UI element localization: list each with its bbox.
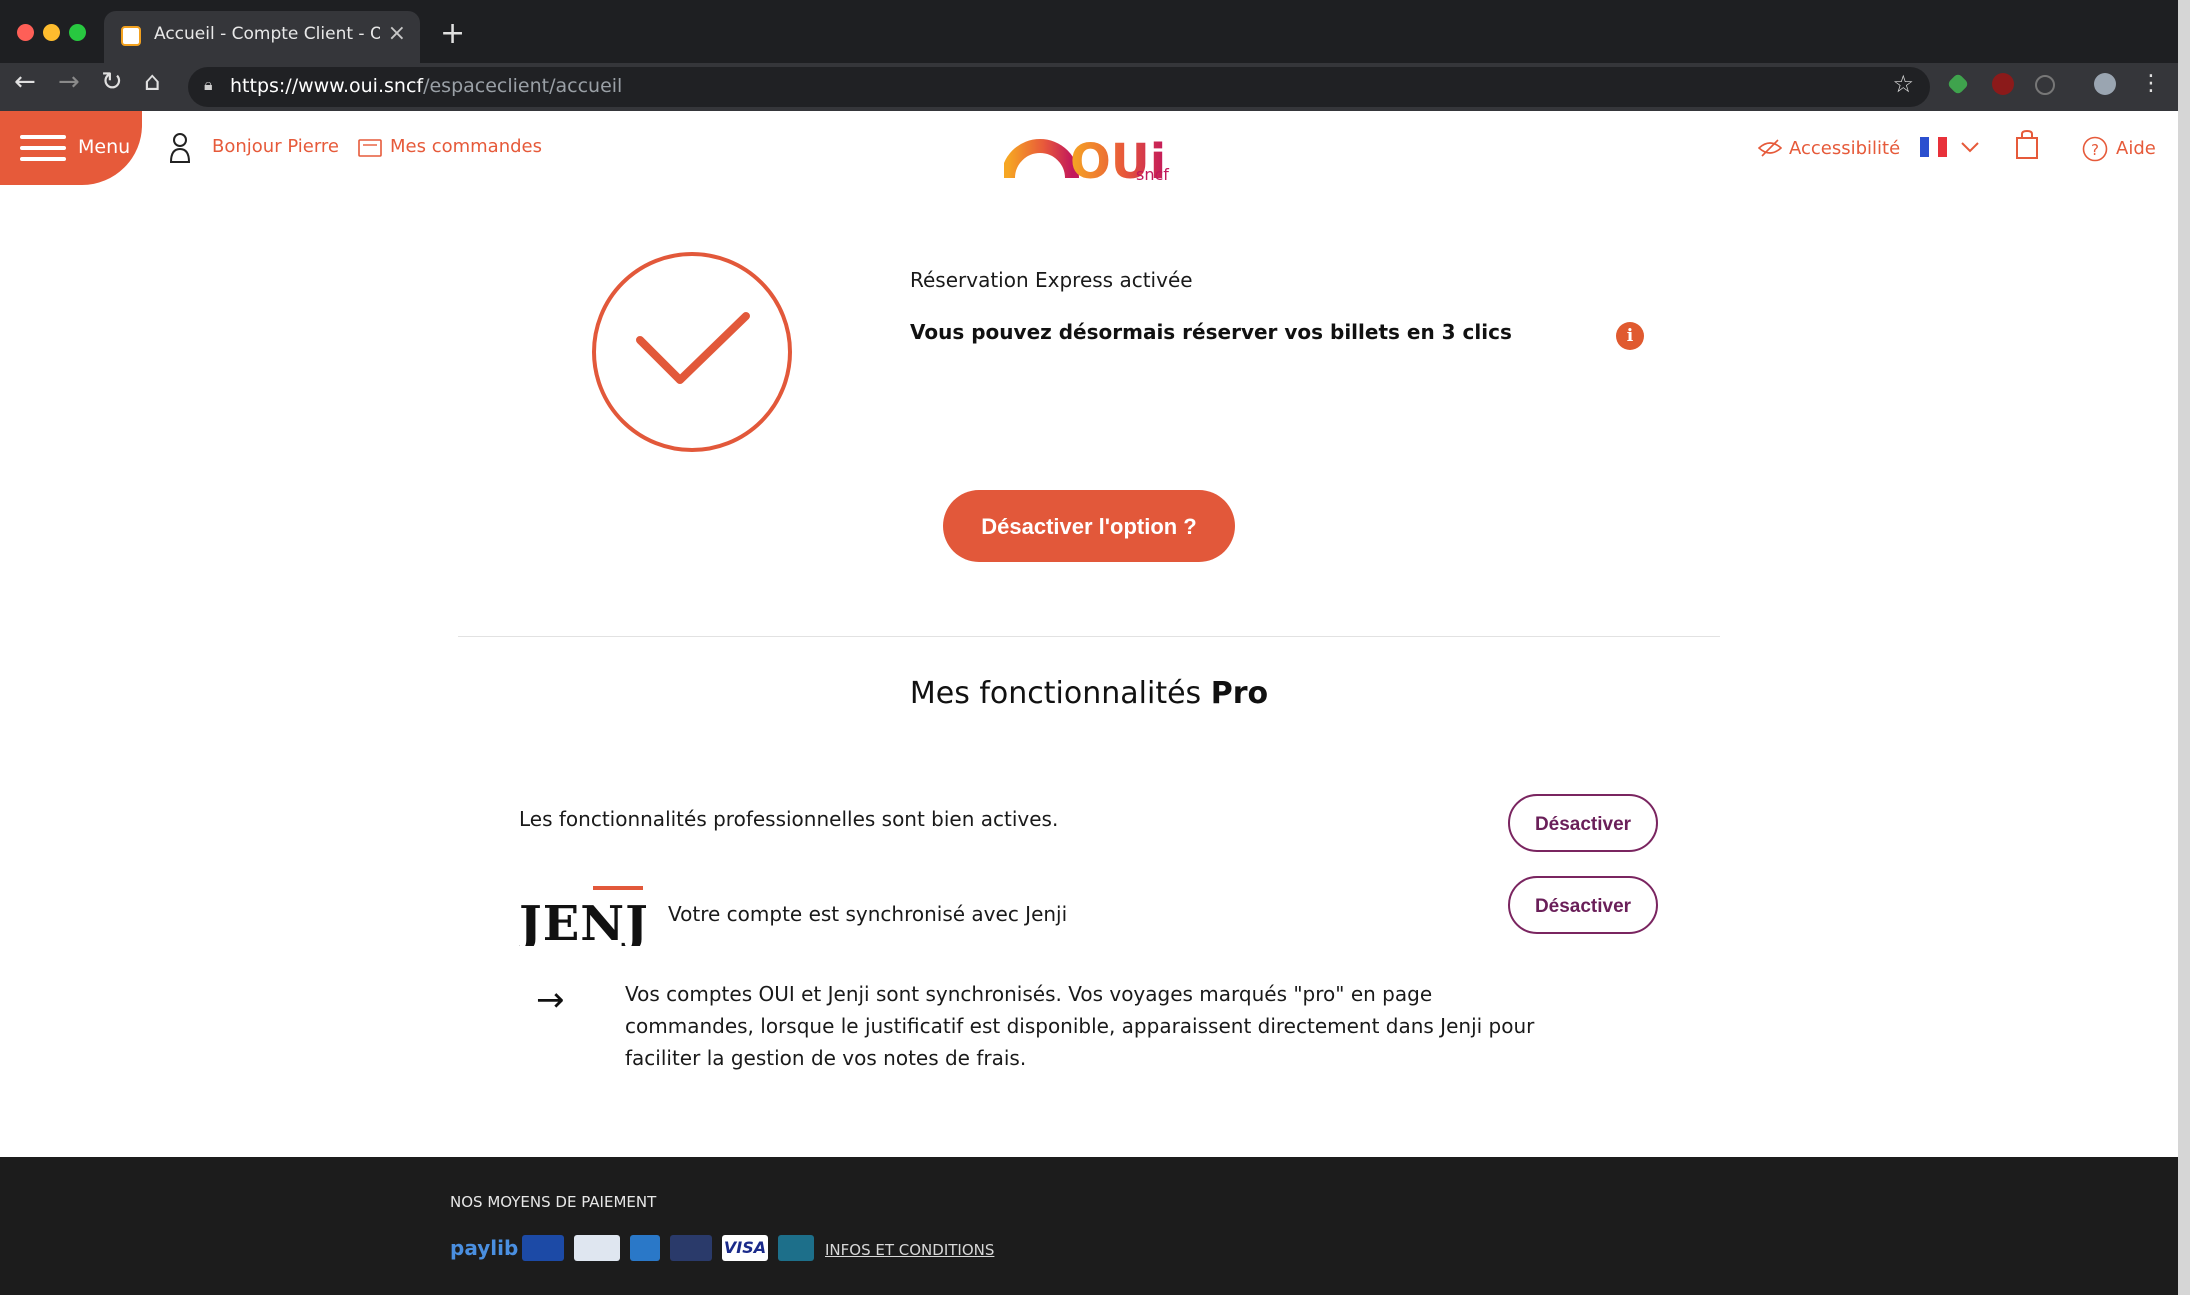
address-bar[interactable]: 🔒︎ https://www.oui.sncf/espaceclient/acc…	[188, 67, 1930, 107]
maestro-icon	[522, 1235, 564, 1261]
back-icon[interactable]: ←	[14, 67, 36, 97]
payment-conditions-link[interactable]: INFOS ET CONDITIONS	[825, 1241, 994, 1259]
french-flag-icon[interactable]	[1920, 137, 1947, 157]
menu-button[interactable]: Menu	[0, 111, 142, 185]
bookmark-star-icon[interactable]: ☆	[1892, 70, 1914, 98]
extension-green-icon[interactable]	[1946, 72, 1970, 96]
hamburger-icon	[20, 135, 66, 168]
greeting-link[interactable]: Bonjour Pierre	[212, 136, 339, 157]
ublock-icon[interactable]	[1992, 73, 2014, 95]
amex-icon	[630, 1235, 660, 1261]
url-text[interactable]: https://www.oui.sncf/espaceclient/accuei…	[230, 75, 622, 97]
user-icon[interactable]	[169, 132, 191, 164]
visa-icon: VISA	[722, 1235, 768, 1261]
orders-icon	[358, 139, 382, 157]
arrow-right-icon: →	[536, 980, 565, 1020]
cb-icon	[778, 1235, 814, 1261]
jenji-sync-text: Votre compte est synchronisé avec Jenji	[668, 902, 1068, 926]
browser-menu-icon[interactable]: ⋮	[2140, 71, 2162, 96]
window-edge	[2178, 0, 2190, 1295]
orders-link[interactable]: Mes commandes	[390, 136, 542, 157]
menu-label: Menu	[78, 136, 131, 158]
accessibility-eye-icon	[1758, 139, 1782, 157]
home-icon[interactable]: ⌂	[144, 67, 161, 97]
oui-sncf-logo[interactable]: OUi sncf	[1001, 118, 1184, 190]
pro-active-text: Les fonctionnalités professionnelles son…	[519, 807, 1059, 831]
chevron-down-icon[interactable]	[1960, 140, 1980, 154]
info-icon[interactable]: i	[1616, 322, 1644, 350]
favicon-icon	[121, 26, 141, 46]
deactivate-pro-button[interactable]: Désactiver	[1508, 794, 1658, 852]
jenji-logo: JENJI	[515, 882, 671, 952]
minimize-window-button[interactable]	[43, 24, 60, 41]
browser-tab[interactable]: Accueil - Compte Client - OUI.s ×	[104, 11, 420, 63]
oui-logo-icon: OUi sncf	[1001, 134, 1169, 190]
new-tab-button[interactable]: +	[440, 16, 465, 51]
deactivate-jenji-button[interactable]: Désactiver	[1508, 876, 1658, 934]
paylib-icon: paylib	[450, 1236, 519, 1260]
reload-icon[interactable]: ↻	[101, 67, 123, 97]
help-link[interactable]: Aide	[2116, 138, 2156, 159]
lock-icon: 🔒︎	[204, 75, 213, 94]
info-extension-icon[interactable]	[2035, 75, 2055, 95]
basket-icon[interactable]	[2015, 130, 2039, 160]
browser-toolbar: ← → ↻ ⌂ 🔒︎ https://www.oui.sncf/espacecl…	[0, 63, 2178, 111]
forward-icon[interactable]: →	[58, 67, 80, 97]
logo-subtext: sncf	[1136, 165, 1169, 184]
browser-titlebar: Accueil - Compte Client - OUI.s × +	[0, 0, 2178, 63]
jenji-description: Vos comptes OUI et Jenji sont synchronis…	[625, 982, 1535, 1070]
zoom-window-button[interactable]	[69, 24, 86, 41]
deactivate-option-button[interactable]: Désactiver l'option ?	[943, 490, 1235, 562]
section-divider	[458, 636, 1720, 637]
check-circle-icon	[592, 252, 792, 452]
ecarte-bleue-icon	[574, 1235, 620, 1261]
pro-section-heading: Mes fonctionnalités Pro	[909, 676, 1269, 711]
svg-text:?: ?	[2091, 141, 2099, 159]
jenji-logo-text: JENJI	[519, 896, 647, 946]
express-title: Réservation Express activée	[910, 268, 1193, 292]
close-tab-icon[interactable]: ×	[388, 21, 406, 46]
express-subtitle: Vous pouvez désormais réserver vos bille…	[910, 320, 1512, 344]
mastercard-icon	[670, 1235, 712, 1261]
profile-avatar-icon[interactable]	[2094, 73, 2116, 95]
payment-methods-title: NOS MOYENS DE PAIEMENT	[450, 1193, 657, 1211]
close-window-button[interactable]	[17, 24, 34, 41]
tab-title: Accueil - Compte Client - OUI.s	[154, 24, 380, 44]
accessibility-link[interactable]: Accessibilité	[1789, 138, 1900, 159]
help-question-icon: ?	[2082, 136, 2108, 162]
footer: NOS MOYENS DE PAIEMENT paylib VISA INFOS…	[0, 1157, 2178, 1295]
